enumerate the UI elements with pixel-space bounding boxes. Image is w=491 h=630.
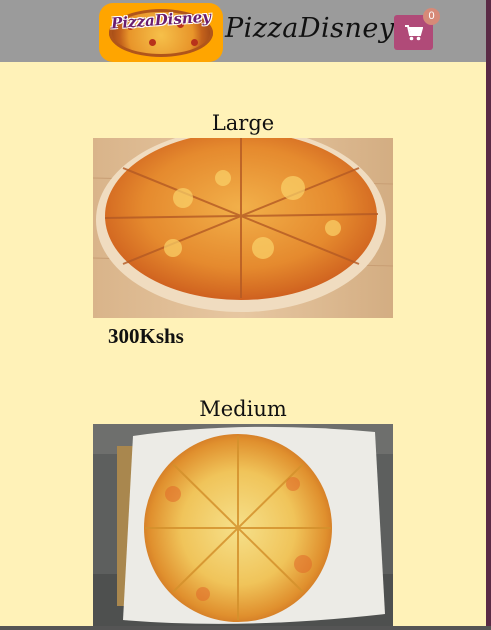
product-size-medium: Medium — [199, 397, 287, 421]
top-navbar: PizzaDisney PizzaDisney 0 — [0, 0, 486, 62]
brand-name[interactable]: PizzaDisney — [225, 13, 395, 44]
pizza-medium-image[interactable] — [93, 424, 393, 626]
product-price-large: 300Kshs — [108, 324, 184, 348]
window-edge-bottom — [0, 626, 491, 630]
pizzadisney-logo[interactable]: PizzaDisney — [99, 3, 223, 62]
cart-count-badge: 0 — [423, 8, 440, 25]
window-edge-right — [486, 0, 491, 630]
product-size-large: Large — [211, 111, 275, 135]
pizza-large-image[interactable] — [93, 138, 393, 318]
shopping-cart-icon — [405, 25, 423, 41]
